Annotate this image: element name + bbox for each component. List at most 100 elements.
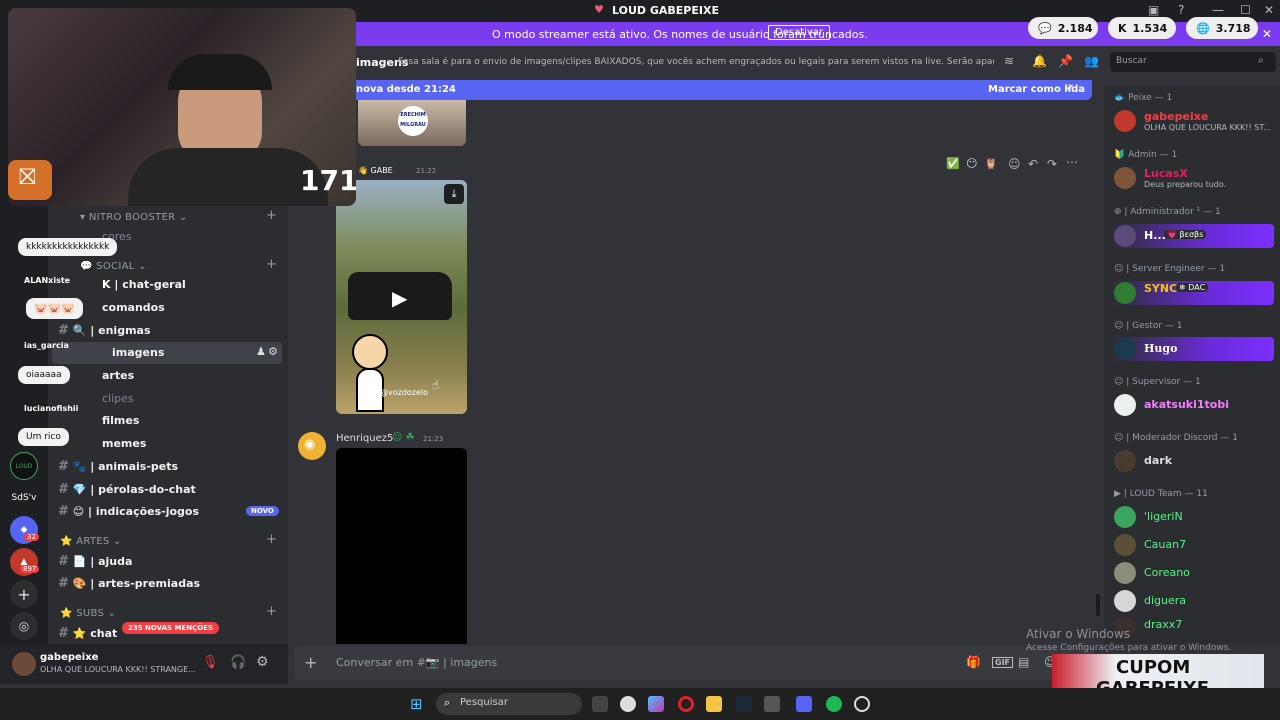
add-channel-icon[interactable]: + <box>266 208 277 223</box>
reply-icon[interactable]: ↶ <box>1028 157 1038 171</box>
new-messages-bar[interactable]: nova desde 21:24 Marcar como lida ✔ <box>352 80 1092 100</box>
sticker-icon[interactable]: ▤ <box>1018 655 1029 669</box>
channel-imagens-selected[interactable]: imagens ♟ ⚙ <box>52 342 282 364</box>
minimize-icon[interactable]: — <box>1212 3 1224 17</box>
avatar[interactable] <box>12 652 36 676</box>
avatar[interactable] <box>1114 562 1136 584</box>
category-social[interactable]: 💬 SOCIAL ⌄ <box>80 261 147 272</box>
avatar[interactable] <box>1114 450 1136 472</box>
channel-chat-geral[interactable]: K | chat-geral <box>102 278 186 291</box>
channel-artes[interactable]: artes <box>102 369 134 382</box>
headphones-icon[interactable]: 🎧 <box>230 655 246 670</box>
member-name[interactable]: akatsuki1tobi <box>1144 398 1229 411</box>
gif-icon[interactable]: GIF <box>992 657 1014 668</box>
avatar[interactable] <box>1114 338 1136 360</box>
avatar[interactable] <box>1114 110 1136 132</box>
add-server-icon[interactable]: + <box>10 580 38 608</box>
explore-icon[interactable]: ◎ <box>10 612 38 640</box>
avatar[interactable] <box>1114 282 1136 304</box>
bell-icon[interactable]: 🔔 <box>1032 54 1047 68</box>
member-name[interactable]: diguera <box>1144 594 1186 607</box>
category-nitro[interactable]: ▾ NITRO BOOSTER ⌄ <box>80 212 188 223</box>
gift-icon[interactable]: 🎁 <box>966 655 981 669</box>
channel-enigmas[interactable]: # 🔍 | enigmas <box>58 323 151 338</box>
add-reaction-icon[interactable]: ☺ <box>1008 157 1021 171</box>
new-mentions-pill[interactable]: 235 NOVAS MENÇÕES <box>122 622 220 634</box>
check-reaction-icon[interactable]: ✅ <box>946 157 960 170</box>
avatar[interactable] <box>1114 534 1136 556</box>
member-name[interactable]: Hugo <box>1144 342 1177 355</box>
add-channel-icon[interactable]: + <box>266 257 277 272</box>
avatar[interactable] <box>1114 506 1136 528</box>
member-name[interactable]: Cauan7 <box>1144 538 1186 551</box>
server-icon-sdsv[interactable]: SdS'v <box>10 484 38 512</box>
member-name[interactable]: 'ligeriN <box>1144 510 1183 523</box>
play-icon[interactable]: ▶ <box>392 286 407 310</box>
maximize-icon[interactable]: ☐ <box>1240 3 1251 17</box>
message-author[interactable]: Henriquez5 <box>336 433 393 444</box>
more-options-icon[interactable]: ⋯ <box>1066 155 1078 169</box>
channel-ajuda[interactable]: # 📄 | ajuda <box>58 554 132 569</box>
close-window-icon[interactable]: ✕ <box>1264 3 1274 17</box>
discord-taskbar-icon[interactable] <box>796 696 812 712</box>
message-author[interactable]: 👋 GABE <box>358 166 393 175</box>
add-channel-icon[interactable]: + <box>266 604 277 619</box>
image-attachment[interactable]: ERECHIM MILGRAU <box>358 100 466 146</box>
opera-icon[interactable] <box>678 696 694 712</box>
forward-icon[interactable]: ↷ <box>1047 157 1057 171</box>
channel-subs-chat[interactable]: # ⭐ chat <box>58 626 117 641</box>
copilot-icon[interactable] <box>648 696 664 712</box>
video-attachment[interactable]: ⤓ ▶ @vozdozelo ☝ <box>336 180 467 414</box>
spotify-icon[interactable] <box>826 696 842 712</box>
channel-topic[interactable]: Essa sala é para o envio de imagens/clip… <box>398 57 994 67</box>
app-icon[interactable] <box>620 696 636 712</box>
add-attachment-icon[interactable]: + <box>304 653 317 672</box>
channel-animais-pets[interactable]: # 🐾 | animais-pets <box>58 459 178 474</box>
avatar[interactable]: ◉ <box>298 432 326 460</box>
app-icon[interactable] <box>764 696 780 712</box>
channel-filmes[interactable]: filmes <box>102 414 139 427</box>
download-icon[interactable]: ⤓ <box>444 184 464 204</box>
server-icon-loud[interactable]: LOUD <box>10 452 38 480</box>
members-icon[interactable]: 👥 <box>1084 54 1099 68</box>
channel-memes[interactable]: memes <box>102 437 146 450</box>
message-input[interactable]: + Conversar em #📷 | imagens 🎁 GIF ▤ ☺ <box>294 646 1094 680</box>
help-icon[interactable]: ? <box>1178 3 1184 17</box>
steam-icon[interactable] <box>736 696 752 712</box>
member-name[interactable]: dark <box>1144 454 1172 467</box>
member-name[interactable]: Coreano <box>1144 566 1190 579</box>
reaction-icon[interactable]: 🦉 <box>984 157 998 170</box>
channel-artes-premiadas[interactable]: # 🎨 | artes-premiadas <box>58 576 200 591</box>
avatar[interactable] <box>1114 394 1136 416</box>
category-artes[interactable]: ⭐ ARTES ⌄ <box>60 536 122 547</box>
search-input[interactable]: Buscar ⌕ <box>1110 52 1276 72</box>
obs-icon[interactable] <box>854 696 870 712</box>
avatar[interactable] <box>1114 225 1136 247</box>
video-attachment[interactable] <box>336 448 467 644</box>
pin-icon[interactable]: 📌 <box>1058 54 1073 68</box>
member-name[interactable]: gabepeixe <box>1144 110 1208 123</box>
chat-scrollbar[interactable] <box>1096 594 1100 616</box>
task-view-icon[interactable] <box>592 696 608 712</box>
settings-gear-icon[interactable]: ⚙ <box>256 654 269 670</box>
gear-icon[interactable]: ⚙ <box>268 345 278 358</box>
avatar[interactable] <box>1114 590 1136 612</box>
category-subs[interactable]: ⭐ SUBS ⌄ <box>60 608 116 619</box>
member-name[interactable]: LucasX <box>1144 167 1188 180</box>
member-name[interactable]: SYNC <box>1144 282 1177 295</box>
muted-mic-icon[interactable]: 🎙 <box>202 655 219 670</box>
channel-indicacoes[interactable]: # 😊 | indicações-jogos <box>58 504 199 519</box>
close-banner-icon[interactable]: ✕ <box>1262 27 1272 41</box>
add-channel-icon[interactable]: + <box>266 532 277 547</box>
threads-icon[interactable]: ≋ <box>1004 54 1014 68</box>
member-name[interactable]: draxx7 <box>1144 618 1182 631</box>
avatar[interactable] <box>1114 167 1136 189</box>
inbox-icon[interactable]: ▣ <box>1148 3 1159 17</box>
file-explorer-icon[interactable] <box>706 696 722 712</box>
member-name[interactable]: H... <box>1144 229 1166 242</box>
reaction-icon[interactable]: 😶 <box>966 157 977 170</box>
invite-icon[interactable]: ♟ <box>256 345 266 358</box>
channel-comandos[interactable]: comandos <box>102 301 165 314</box>
taskbar-search[interactable]: ⌕ Pesquisar <box>436 693 582 715</box>
disable-streamer-button[interactable]: Desativar <box>768 25 831 40</box>
